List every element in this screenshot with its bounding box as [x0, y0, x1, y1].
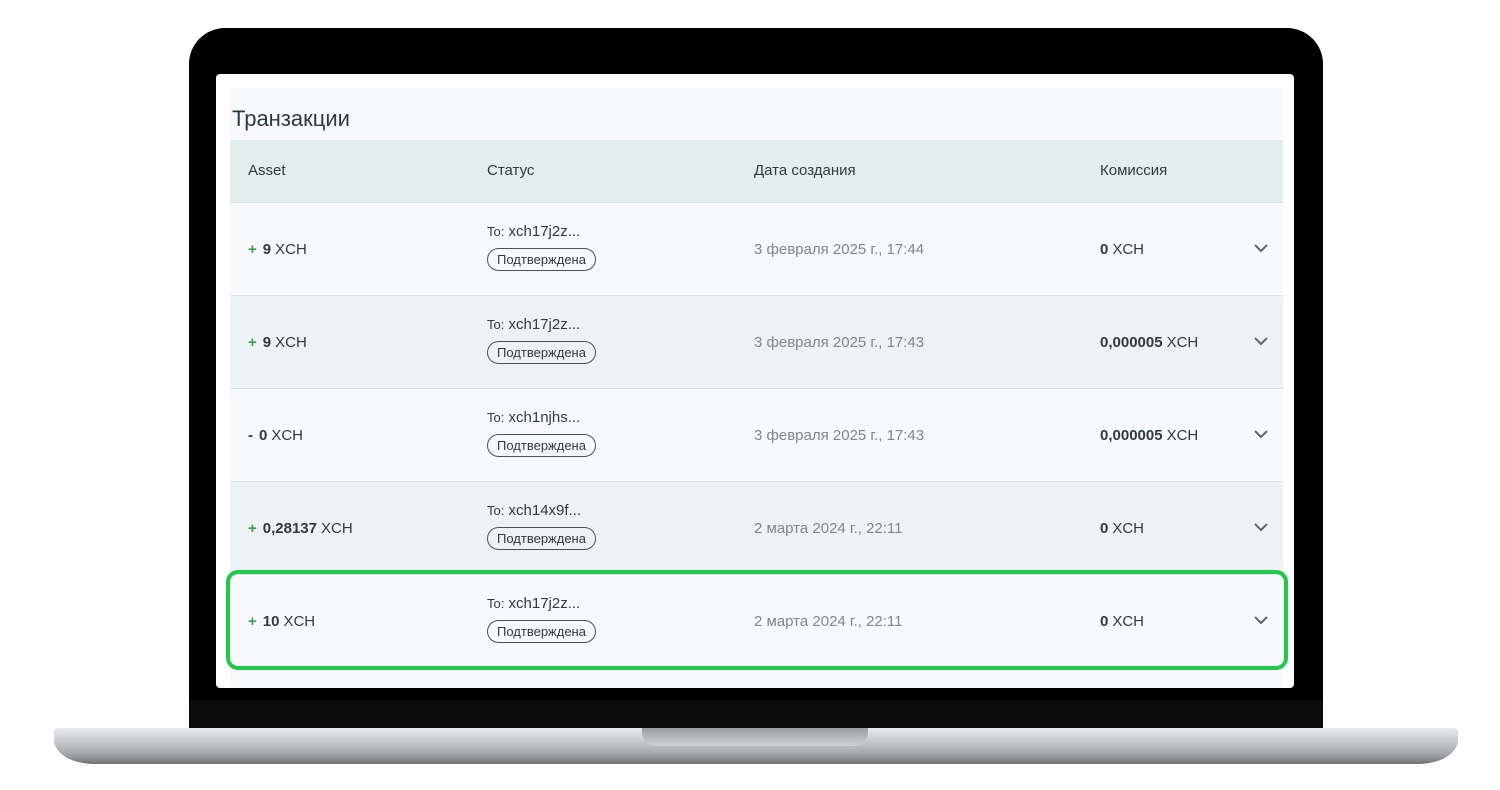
to-address: xch17j2z...	[508, 595, 581, 612]
amount-sign: +	[248, 613, 257, 630]
fee-unit: XCH	[1166, 334, 1199, 351]
transactions-table: Asset Статус Дата создания Комиссия +9 XC…	[230, 140, 1283, 667]
amount-sign: +	[248, 334, 257, 351]
to-address: xch1njhs...	[508, 409, 581, 426]
recipient-line: To: xch17j2z...	[487, 595, 596, 612]
table-row[interactable]: +0,28137 XCH To: xch14x9f... Подтверждена…	[230, 482, 1283, 575]
amount-value: 9	[262, 334, 272, 351]
chevron-down-icon[interactable]	[1252, 518, 1270, 536]
date-cell: 3 февраля 2025 г., 17:43	[754, 334, 925, 351]
fee-amount: 0	[1100, 520, 1109, 537]
status-badge: Подтверждена	[487, 620, 596, 643]
status-badge: Подтверждена	[487, 341, 596, 364]
laptop-notch	[642, 728, 868, 746]
status-badge: Подтверждена	[487, 248, 596, 271]
asset-cell: -0 XCH	[248, 427, 303, 444]
chevron-down-icon[interactable]	[1252, 611, 1270, 629]
table-header: Asset Статус Дата создания Комиссия	[230, 140, 1283, 203]
column-header-status[interactable]: Статус	[487, 162, 534, 179]
table-row[interactable]: +9 XCH To: xch17j2z... Подтверждена 3 фев…	[230, 203, 1283, 296]
status-cell: To: xch17j2z... Подтверждена	[487, 316, 596, 364]
to-address: xch14x9f...	[508, 502, 582, 519]
amount-sign: +	[248, 241, 257, 258]
table-row[interactable]: +9 XCH To: xch17j2z... Подтверждена 3 фев…	[230, 296, 1283, 389]
chevron-down-icon[interactable]	[1252, 425, 1270, 443]
to-address: xch17j2z...	[508, 223, 581, 240]
table-row[interactable]: +10 XCH To: xch17j2z... Подтверждена 2 ма…	[230, 575, 1283, 667]
amount-unit: XCH	[283, 613, 316, 630]
to-label: To:	[487, 317, 505, 332]
amount-sign: -	[248, 427, 253, 444]
fee-cell: 0,000005 XCH	[1100, 427, 1198, 444]
fee-amount: 0	[1100, 613, 1109, 630]
amount-unit: XCH	[271, 427, 304, 444]
column-header-asset[interactable]: Asset	[248, 162, 286, 179]
status-cell: To: xch14x9f... Подтверждена	[487, 502, 596, 550]
table-row[interactable]: -0 XCH To: xch1njhs... Подтверждена 3 фев…	[230, 389, 1283, 482]
recipient-line: To: xch17j2z...	[487, 223, 596, 240]
chevron-down-icon[interactable]	[1252, 332, 1270, 350]
date-cell: 2 марта 2024 г., 22:11	[754, 613, 903, 630]
amount-value: 0,28137	[262, 520, 317, 537]
fee-amount: 0,000005	[1100, 427, 1163, 444]
amount-value: 0	[259, 427, 268, 444]
column-header-date[interactable]: Дата создания	[754, 162, 856, 179]
to-address: xch17j2z...	[508, 316, 581, 333]
transactions-panel: Транзакции Asset Статус Дата создания Ко…	[230, 88, 1283, 688]
to-label: To:	[487, 596, 505, 611]
status-cell: To: xch17j2z... Подтверждена	[487, 223, 596, 271]
to-label: To:	[487, 503, 505, 518]
fee-unit: XCH	[1112, 520, 1145, 537]
date-cell: 2 марта 2024 г., 22:11	[754, 520, 903, 537]
amount-value: 10	[262, 613, 280, 630]
asset-cell: +10 XCH	[248, 613, 315, 630]
fee-unit: XCH	[1166, 427, 1199, 444]
chevron-down-icon[interactable]	[1252, 239, 1270, 257]
fee-unit: XCH	[1112, 613, 1145, 630]
fee-unit: XCH	[1112, 241, 1145, 258]
column-header-fee[interactable]: Комиссия	[1100, 162, 1167, 179]
asset-cell: +0,28137 XCH	[248, 520, 353, 537]
fee-cell: 0,000005 XCH	[1100, 334, 1198, 351]
amount-unit: XCH	[275, 241, 307, 258]
recipient-line: To: xch1njhs...	[487, 409, 596, 426]
to-label: To:	[487, 410, 505, 425]
asset-cell: +9 XCH	[248, 241, 307, 258]
laptop-screen: Транзакции Asset Статус Дата создания Ко…	[216, 74, 1294, 688]
status-cell: To: xch17j2z... Подтверждена	[487, 595, 596, 643]
amount-unit: XCH	[275, 334, 307, 351]
fee-cell: 0 XCH	[1100, 613, 1144, 630]
amount-sign: +	[248, 520, 257, 537]
fee-cell: 0 XCH	[1100, 241, 1144, 258]
fee-amount: 0,000005	[1100, 334, 1163, 351]
recipient-line: To: xch17j2z...	[487, 316, 596, 333]
status-badge: Подтверждена	[487, 434, 596, 457]
date-cell: 3 февраля 2025 г., 17:43	[754, 427, 925, 444]
page-title: Транзакции	[232, 106, 350, 131]
to-label: To:	[487, 224, 505, 239]
amount-unit: XCH	[321, 520, 353, 537]
asset-cell: +9 XCH	[248, 334, 307, 351]
fee-amount: 0	[1100, 241, 1109, 258]
fee-cell: 0 XCH	[1100, 520, 1144, 537]
status-badge: Подтверждена	[487, 527, 596, 550]
status-cell: To: xch1njhs... Подтверждена	[487, 409, 596, 457]
amount-value: 9	[262, 241, 272, 258]
date-cell: 3 февраля 2025 г., 17:44	[754, 241, 925, 258]
recipient-line: To: xch14x9f...	[487, 502, 596, 519]
